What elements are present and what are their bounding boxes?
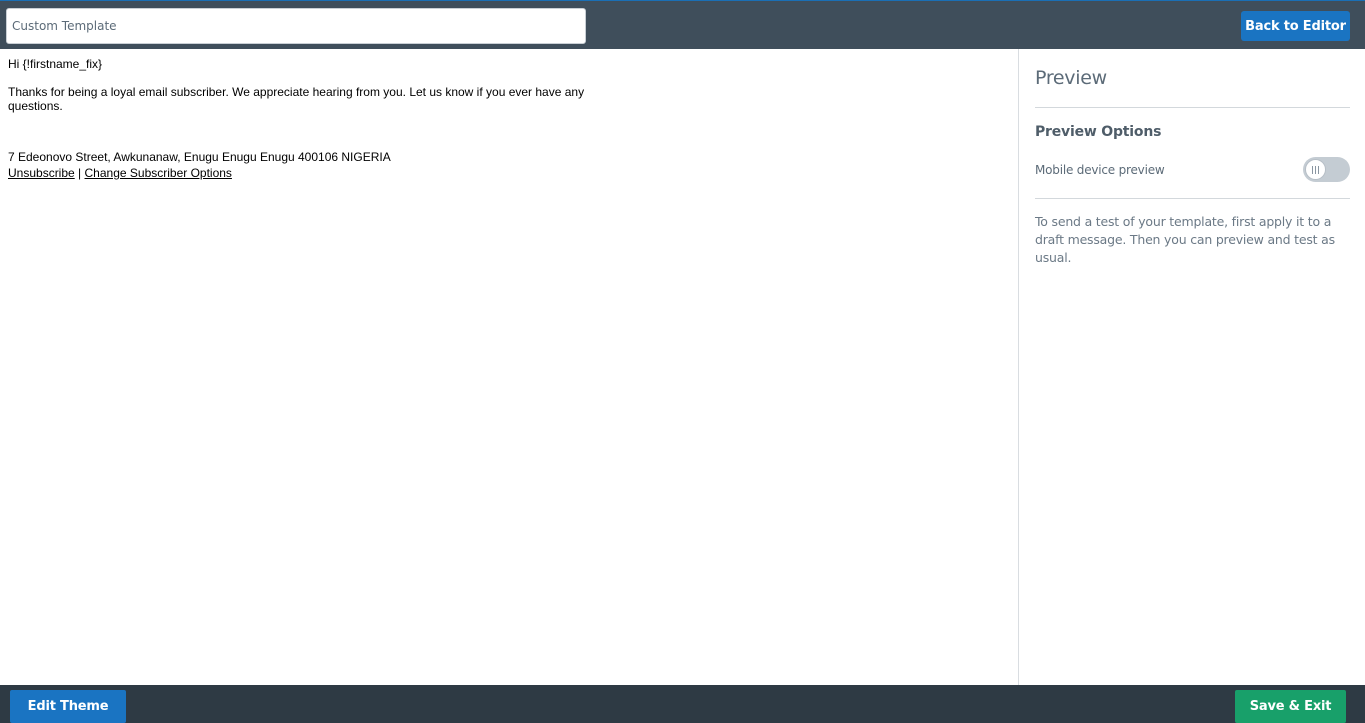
preview-panel: Preview Preview Options Mobile device pr… [1019, 49, 1365, 685]
change-subscriber-options-link[interactable]: Change Subscriber Options [85, 166, 232, 180]
link-separator: | [78, 166, 82, 180]
bottom-toolbar: Edit Theme Save & Exit [0, 685, 1365, 723]
email-footer-links: Unsubscribe | Change Subscriber Options [8, 166, 232, 180]
email-greeting: Hi {!firstname_fix} [8, 57, 103, 71]
unsubscribe-link[interactable]: Unsubscribe [8, 166, 75, 180]
test-help-text: To send a test of your template, first a… [1035, 214, 1335, 265]
mobile-preview-toggle[interactable] [1303, 157, 1350, 182]
mobile-preview-label: Mobile device preview [1035, 163, 1165, 177]
edit-theme-button[interactable]: Edit Theme [10, 690, 126, 723]
email-body: Thanks for being a loyal email subscribe… [8, 85, 585, 113]
preview-options-heading: Preview Options [1035, 124, 1162, 140]
divider [1035, 198, 1350, 199]
email-address: 7 Edeonovo Street, Awkunanaw, Enugu Enug… [8, 150, 391, 164]
email-preview-area: Hi {!firstname_fix} Thanks for being a l… [0, 49, 1018, 685]
divider [1035, 107, 1350, 108]
top-toolbar: Back to Editor [0, 0, 1365, 49]
toggle-knob [1305, 159, 1326, 180]
back-to-editor-button[interactable]: Back to Editor [1241, 11, 1350, 41]
template-name-input[interactable] [6, 8, 586, 44]
panel-title: Preview [1035, 67, 1107, 89]
save-and-exit-button[interactable]: Save & Exit [1235, 690, 1346, 723]
